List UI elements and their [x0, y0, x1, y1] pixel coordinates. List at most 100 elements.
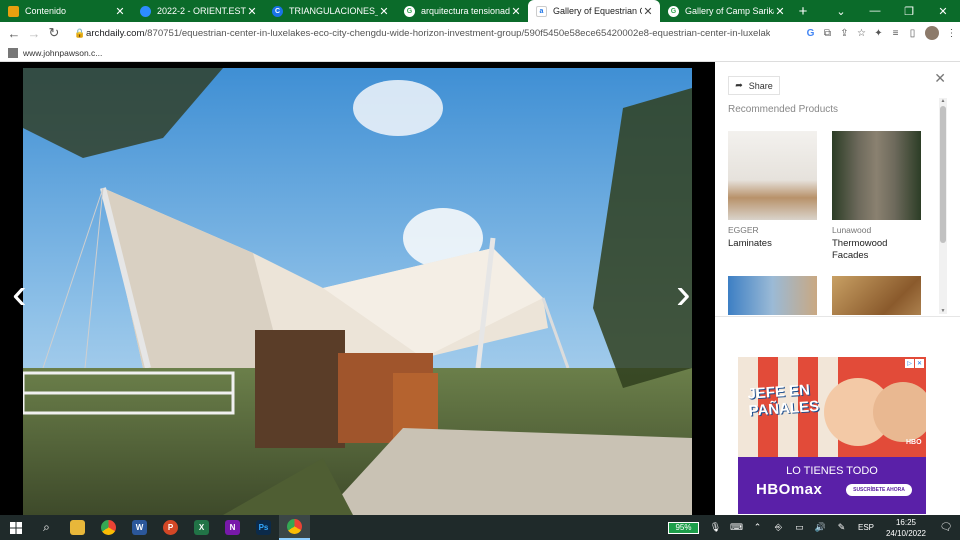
scroll-down-icon[interactable]: ▼: [939, 308, 947, 314]
product-name[interactable]: Thermowood Facades: [832, 238, 921, 262]
menu-icon[interactable]: ⋮: [943, 28, 960, 39]
equestrian-center-photo: [23, 68, 692, 515]
zoom-icon: [140, 5, 151, 17]
close-icon[interactable]: ✕: [642, 5, 654, 18]
google-lens-icon[interactable]: G: [802, 28, 819, 39]
search-icon: ⌕: [43, 520, 50, 534]
tab-contenido[interactable]: Contenido ✕: [0, 0, 132, 22]
taskbar-photoshop[interactable]: Ps: [248, 515, 279, 540]
tab-title: TRIANGULACIONES_GRUPO: [289, 6, 378, 16]
gallery-sidebar: ✕ ➦ Share Recommended Products EGGER Lam…: [715, 62, 960, 515]
tab-orient-estruct[interactable]: 2022-2 - ORIENT.ESTRUCT ✕: [132, 0, 264, 22]
product-card[interactable]: EGGER Laminates: [728, 131, 817, 250]
keyboard-icon[interactable]: ⌨: [726, 522, 747, 533]
tab-gallery-camp-sarika[interactable]: G Gallery of Camp Sarika / Am ✕: [660, 0, 792, 22]
share-button[interactable]: ➦ Share: [728, 76, 780, 95]
tab-search-icon[interactable]: ⌄: [824, 0, 858, 22]
volume-icon[interactable]: 🔊: [810, 522, 831, 533]
reload-icon[interactable]: ↻: [44, 25, 64, 41]
back-icon[interactable]: ←: [4, 26, 24, 41]
tab-title: Gallery of Camp Sarika / Am: [685, 6, 774, 16]
close-icon[interactable]: ✕: [114, 5, 126, 18]
close-icon[interactable]: ✕: [378, 5, 390, 18]
url-host: archdaily.com: [86, 27, 145, 39]
pen-icon[interactable]: ✎: [831, 522, 852, 533]
ad-subscribe-button[interactable]: SUSCRÍBETE AHORA: [846, 484, 912, 496]
product-brand: EGGER: [728, 225, 759, 235]
taskbar-file-explorer[interactable]: [62, 515, 93, 540]
previous-image-chevron-left-icon[interactable]: ‹: [12, 272, 27, 316]
recommended-products-title: Recommended Products: [728, 104, 839, 115]
chrome-icon: [287, 519, 302, 534]
product-name[interactable]: Laminates: [728, 238, 817, 250]
google-docs-icon: C: [272, 5, 283, 17]
clock-time: 16:25: [895, 517, 917, 527]
gallery-photo[interactable]: [23, 68, 692, 515]
minimize-icon[interactable]: —: [858, 0, 892, 22]
taskbar-chrome[interactable]: [93, 515, 124, 540]
taskbar-chrome-active[interactable]: [279, 515, 310, 540]
tab-gallery-equestrian[interactable]: a Gallery of Equestrian Center ✕: [528, 0, 660, 22]
forward-icon[interactable]: →: [24, 26, 44, 41]
clock[interactable]: 16:25 24/10/2022: [880, 517, 932, 539]
bookmark-star-icon[interactable]: ☆: [853, 28, 870, 39]
tab-title: Gallery of Equestrian Center: [553, 6, 642, 16]
share-arrow-icon: ➦: [735, 80, 743, 90]
tab-arquitectura-tensionada[interactable]: G arquitectura tensionada arc ✕: [396, 0, 528, 22]
divider: [715, 316, 960, 317]
share-page-icon[interactable]: ⇪: [836, 28, 853, 39]
product-image: [728, 131, 817, 220]
chevron-up-icon[interactable]: ⌃: [747, 522, 768, 533]
close-icon[interactable]: ✕: [510, 5, 522, 18]
products-scrollbar[interactable]: ▲ ▼: [939, 98, 947, 314]
start-button[interactable]: [0, 515, 31, 540]
next-image-chevron-right-icon[interactable]: ›: [676, 272, 691, 316]
taskbar-onenote[interactable]: N: [217, 515, 248, 540]
battery-indicator[interactable]: 95%: [667, 521, 699, 534]
product-image: [832, 276, 921, 315]
scrollbar-thumb[interactable]: [940, 106, 946, 243]
advertisement-banner[interactable]: ▷ ✕ JEFE EN PAÑALES HBO LO TIENES TODO H…: [738, 357, 926, 514]
search-button[interactable]: ⌕: [31, 515, 62, 540]
tab-strip: Contenido ✕ 2022-2 - ORIENT.ESTRUCT ✕ C …: [0, 0, 960, 22]
ad-close-controls: ▷ ✕: [904, 359, 924, 368]
close-icon[interactable]: ✕: [246, 5, 258, 18]
taskbar-excel[interactable]: X: [186, 515, 217, 540]
maximize-icon[interactable]: ❐: [892, 0, 926, 22]
url-path: /870751/equestrian-center-in-luxelakes-e…: [144, 27, 770, 39]
profile-avatar[interactable]: [925, 26, 939, 40]
product-card[interactable]: [832, 276, 921, 315]
tab-triangulaciones[interactable]: C TRIANGULACIONES_GRUPO ✕: [264, 0, 396, 22]
scroll-up-icon[interactable]: ▲: [939, 98, 947, 104]
windows-logo-icon: [9, 521, 22, 534]
notifications-icon[interactable]: 🗨: [932, 522, 960, 533]
microphone-icon[interactable]: 🎙: [705, 522, 726, 533]
close-window-icon[interactable]: ✕: [926, 0, 960, 22]
onenote-icon: N: [225, 520, 240, 535]
language-indicator[interactable]: ESP: [858, 523, 874, 532]
toolbar-icons: G ⧉ ⇪ ☆ ✦ ≡ ▯ ⋮: [802, 26, 960, 40]
window-controls: ⌄ — ❐ ✕: [824, 0, 960, 22]
ad-brand: HBOmax: [756, 481, 823, 498]
extensions-icon[interactable]: ✦: [870, 28, 887, 39]
reading-list-icon[interactable]: ≡: [887, 28, 904, 39]
usb-icon[interactable]: ⎆: [768, 522, 789, 533]
bookmark-johnpawson[interactable]: www.johnpawson.c...: [23, 48, 102, 58]
excel-icon: X: [194, 520, 209, 535]
ad-close-icon[interactable]: ✕: [915, 359, 924, 368]
side-panel-icon[interactable]: ▯: [904, 28, 921, 39]
translate-icon[interactable]: ⧉: [819, 28, 836, 39]
close-gallery-icon[interactable]: ✕: [934, 70, 946, 87]
product-card[interactable]: Lunawood Thermowood Facades: [832, 131, 921, 262]
product-brand: Lunawood: [832, 225, 872, 235]
product-card[interactable]: [728, 276, 817, 315]
close-icon[interactable]: ✕: [774, 5, 786, 18]
adchoices-icon[interactable]: ▷: [905, 359, 914, 368]
taskbar-powerpoint[interactable]: P: [155, 515, 186, 540]
address-bar[interactable]: archdaily.com/870751/equestrian-center-i…: [86, 28, 770, 39]
network-icon[interactable]: ▭: [789, 522, 810, 533]
folder-icon: [70, 520, 85, 535]
gallery-viewer: ‹ › ✕ ➦ Share Recommended Products EGGER…: [0, 62, 960, 515]
taskbar-word[interactable]: W: [124, 515, 155, 540]
new-tab-button[interactable]: +: [792, 0, 814, 22]
